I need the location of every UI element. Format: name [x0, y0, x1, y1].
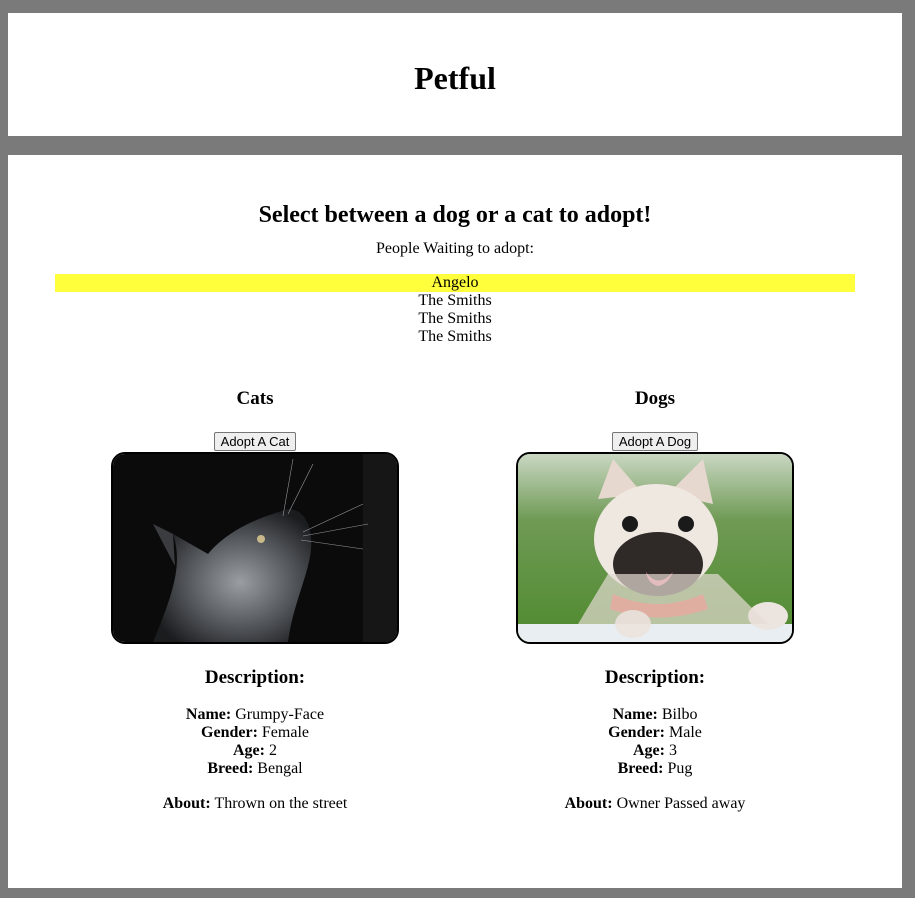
dog-about: About: Owner Passed away — [505, 794, 805, 814]
gender-label: Gender: — [608, 724, 665, 741]
age-label: Age: — [233, 742, 265, 759]
cats-column: Cats Adopt A Cat Description: Name: Grum… — [105, 387, 405, 814]
cat-photo — [111, 452, 399, 644]
dog-gender: Male — [669, 724, 702, 741]
breed-label: Breed: — [207, 760, 254, 777]
cat-about-text: Thrown on the street — [214, 795, 348, 812]
queue-item-current: Angelo — [55, 274, 855, 292]
about-label: About: — [564, 795, 613, 812]
adopt-cat-button[interactable]: Adopt A Cat — [213, 432, 297, 451]
cats-title: Cats — [236, 388, 274, 409]
adoption-queue: Angelo The Smiths The Smiths The Smiths — [55, 274, 855, 346]
dog-age: 3 — [668, 742, 677, 759]
queue-item: The Smiths — [418, 292, 492, 309]
breed-label: Breed: — [617, 760, 664, 777]
dog-about-text: Owner Passed away — [616, 795, 746, 812]
gender-label: Gender: — [201, 724, 258, 741]
cat-breed-row: Breed: Bengal — [105, 760, 405, 778]
page-heading: Select between a dog or a cat to adopt! — [258, 202, 652, 228]
dog-age-row: Age: 3 — [505, 742, 805, 760]
adopt-dog-button[interactable]: Adopt A Dog — [611, 432, 699, 451]
header-panel: Petful — [8, 13, 902, 136]
cat-gender-row: Gender: Female — [105, 724, 405, 742]
dog-name: Bilbo — [661, 706, 698, 723]
cat-age-row: Age: 2 — [105, 742, 405, 760]
dog-details: Name: Bilbo Gender: Male Age: 3 Breed: P… — [505, 706, 805, 778]
cat-about: About: Thrown on the street — [105, 794, 405, 814]
dogs-column: Dogs Adopt A Dog Description: Name: Bilb… — [505, 387, 805, 814]
dog-breed-row: Breed: Pug — [505, 760, 805, 778]
queue-item: The Smiths — [418, 310, 492, 327]
dog-photo — [516, 452, 794, 644]
dog-breed: Pug — [667, 760, 693, 777]
cat-description-heading: Description: — [204, 667, 306, 688]
cat-age: 2 — [268, 742, 277, 759]
cat-name: Grumpy-Face — [235, 706, 325, 723]
cat-gender: Female — [261, 724, 309, 741]
dog-gender-row: Gender: Male — [505, 724, 805, 742]
cat-breed: Bengal — [257, 760, 303, 777]
cat-name-row: Name: Grumpy-Face — [105, 706, 405, 724]
dog-name-row: Name: Bilbo — [505, 706, 805, 724]
name-label: Name: — [185, 706, 232, 723]
waiting-label: People Waiting to adopt: — [376, 240, 534, 257]
about-label: About: — [162, 795, 211, 812]
cat-details: Name: Grumpy-Face Gender: Female Age: 2 … — [105, 706, 405, 778]
dog-description-heading: Description: — [604, 667, 706, 688]
main-panel: Select between a dog or a cat to adopt! … — [8, 155, 902, 888]
site-title: Petful — [414, 60, 496, 96]
dogs-title: Dogs — [634, 388, 676, 409]
name-label: Name: — [612, 706, 658, 723]
age-label: Age: — [633, 742, 665, 759]
queue-item: The Smiths — [418, 328, 492, 345]
